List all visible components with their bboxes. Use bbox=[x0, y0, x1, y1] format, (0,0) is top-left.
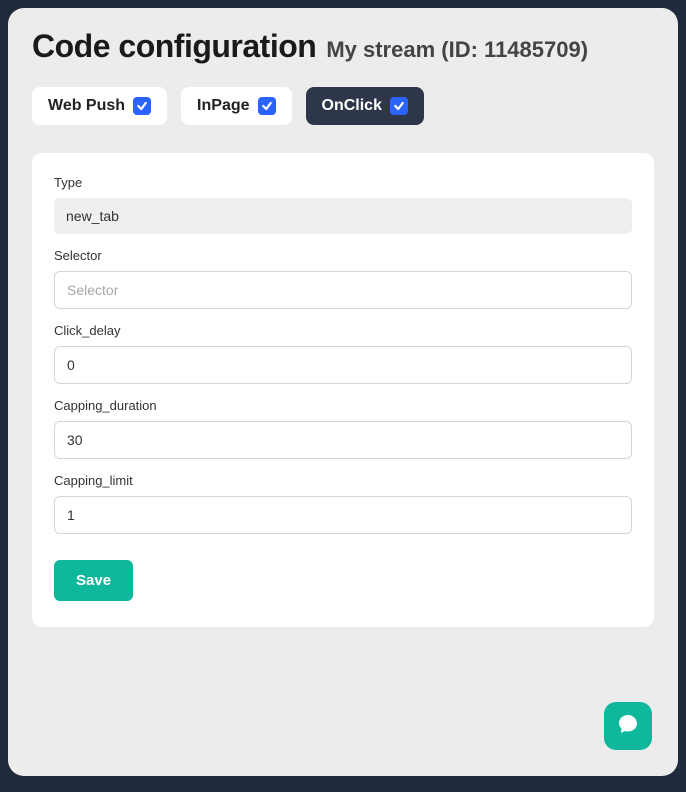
page-subtitle: My stream (ID: 11485709) bbox=[326, 37, 588, 63]
type-value[interactable]: new_tab bbox=[54, 198, 632, 234]
checkbox-icon[interactable] bbox=[258, 97, 276, 115]
chat-fab[interactable] bbox=[604, 702, 652, 750]
selector-input[interactable] bbox=[54, 271, 632, 309]
page-title: Code configuration bbox=[32, 28, 316, 65]
tab-label: Web Push bbox=[48, 97, 125, 115]
field-type: Type new_tab bbox=[54, 175, 632, 234]
tab-inpage[interactable]: InPage bbox=[181, 87, 291, 125]
page-header: Code configuration My stream (ID: 114857… bbox=[32, 28, 654, 65]
stream-name: My stream bbox=[326, 37, 435, 62]
checkbox-icon[interactable] bbox=[390, 97, 408, 115]
form-card: Type new_tab Selector Click_delay Cappin… bbox=[32, 153, 654, 627]
field-selector: Selector bbox=[54, 248, 632, 309]
type-label: Type bbox=[54, 175, 632, 190]
selector-label: Selector bbox=[54, 248, 632, 263]
chat-icon bbox=[616, 712, 640, 741]
capping-duration-label: Capping_duration bbox=[54, 398, 632, 413]
tab-label: InPage bbox=[197, 97, 249, 115]
field-capping-duration: Capping_duration bbox=[54, 398, 632, 459]
tab-label: OnClick bbox=[322, 97, 382, 115]
capping-limit-label: Capping_limit bbox=[54, 473, 632, 488]
tab-onclick[interactable]: OnClick bbox=[306, 87, 424, 125]
click-delay-label: Click_delay bbox=[54, 323, 632, 338]
checkbox-icon[interactable] bbox=[133, 97, 151, 115]
click-delay-input[interactable] bbox=[54, 346, 632, 384]
tab-web-push[interactable]: Web Push bbox=[32, 87, 167, 125]
page-container: Code configuration My stream (ID: 114857… bbox=[8, 8, 678, 776]
capping-duration-input[interactable] bbox=[54, 421, 632, 459]
field-capping-limit: Capping_limit bbox=[54, 473, 632, 534]
stream-id: (ID: 11485709) bbox=[441, 37, 588, 62]
tabs-row: Web Push InPage OnClick bbox=[32, 87, 654, 125]
capping-limit-input[interactable] bbox=[54, 496, 632, 534]
save-button[interactable]: Save bbox=[54, 560, 133, 601]
field-click-delay: Click_delay bbox=[54, 323, 632, 384]
